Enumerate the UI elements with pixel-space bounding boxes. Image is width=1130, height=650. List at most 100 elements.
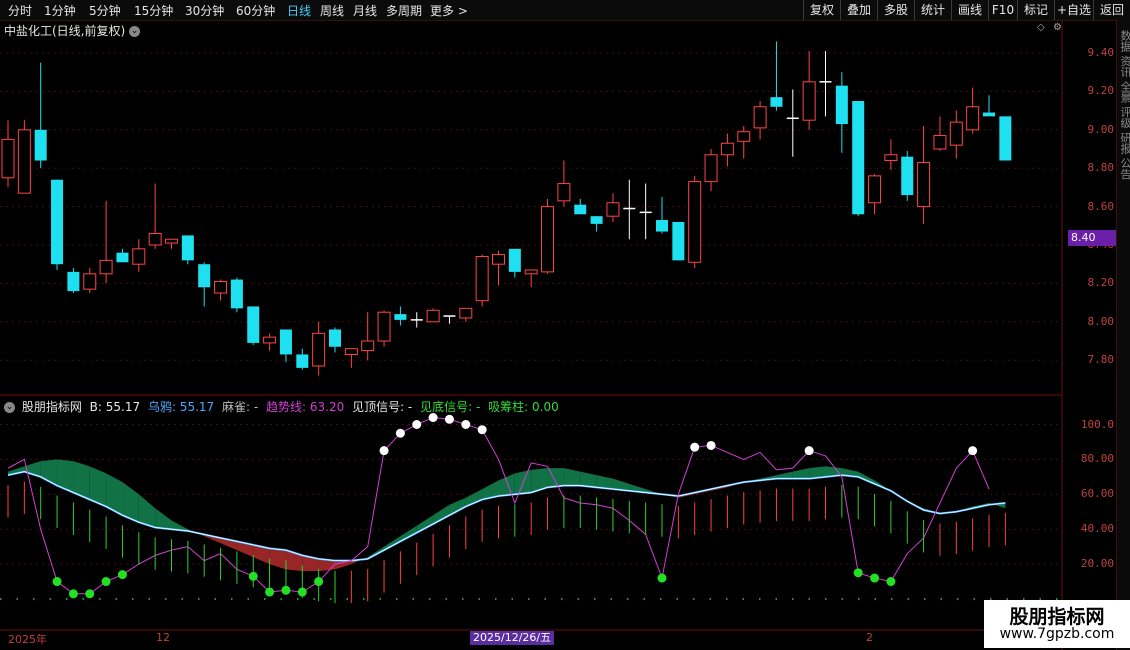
indicator-toggle-icon[interactable]: ⌄	[4, 402, 15, 413]
candle-body	[524, 269, 538, 275]
candle-body	[263, 336, 277, 344]
candle-body	[426, 309, 440, 323]
candle-body	[51, 179, 64, 265]
period-monthly[interactable]: 月线	[353, 2, 377, 19]
indicator-legend: ⌄ 股朋指标网 B: 55.17 乌鸦: 55.17 麻雀: - 趋势线: 63…	[4, 398, 563, 415]
top-signal-dot	[412, 420, 422, 429]
period-1min[interactable]: 1分钟	[44, 2, 76, 19]
candle-body	[99, 259, 113, 275]
band-fill	[776, 471, 793, 479]
bottom-signal-dot	[281, 585, 291, 595]
band-fill	[416, 515, 434, 533]
top-signal-dot	[477, 425, 487, 435]
band-fill	[449, 497, 466, 516]
band-fill	[498, 473, 515, 497]
date-label-dec: 12	[156, 631, 170, 644]
top-signal-dot	[395, 428, 405, 438]
band-fill	[433, 504, 450, 524]
candle-body	[344, 348, 358, 355]
candle-body	[541, 206, 555, 273]
candle-body	[181, 235, 194, 261]
overlay-button[interactable]: 叠加	[840, 0, 877, 20]
candle-body	[132, 248, 146, 265]
bottom-signal-dot	[117, 570, 127, 580]
candle-body	[1, 138, 15, 179]
period-intraday[interactable]: 分时	[8, 2, 32, 19]
candle-body	[852, 101, 865, 215]
bottom-signal-dot	[85, 589, 95, 599]
multi-stock-button[interactable]: 多股	[877, 0, 914, 20]
candle-body	[475, 256, 489, 302]
watermark: 股朋指标网 www.7gpzb.com	[984, 600, 1130, 648]
candle-body	[361, 340, 375, 352]
candle-body	[394, 314, 407, 320]
candle-body	[247, 306, 260, 343]
back-button[interactable]: 返回	[1093, 0, 1130, 20]
bottom-signal-dot	[870, 573, 880, 583]
band-fill	[269, 548, 286, 570]
band-fill	[155, 508, 172, 530]
legend-trend: 趋势线: 63.20	[266, 400, 345, 414]
candle-body	[329, 329, 341, 347]
candle-body	[508, 248, 521, 272]
candle-body	[279, 329, 292, 355]
indicator-name[interactable]: 股朋指标网	[22, 400, 82, 414]
indicator-tick-label: 100.0	[1080, 417, 1114, 431]
candle-body	[574, 204, 587, 215]
bottom-signal-dot	[886, 577, 896, 587]
add-watchlist-button[interactable]: +自选	[1054, 0, 1093, 20]
mark-button[interactable]: 标记	[1017, 0, 1054, 20]
top-signal-dot	[690, 442, 700, 452]
period-30min[interactable]: 30分钟	[185, 2, 224, 19]
bottom-signal-dot	[314, 577, 324, 587]
bottom-signal-dot	[52, 577, 62, 587]
top-signal-dot	[379, 446, 389, 456]
candle-body	[17, 129, 31, 194]
top-signal-dot	[804, 446, 814, 456]
period-weekly[interactable]: 周线	[320, 2, 344, 19]
chart-canvas[interactable]	[0, 20, 1116, 650]
candle-body	[296, 354, 309, 368]
top-signal-dot	[968, 446, 978, 456]
band-fill	[792, 468, 810, 479]
bottom-signal-dot	[68, 589, 78, 599]
price-tick-label: 8.60	[1087, 199, 1115, 213]
period-60min[interactable]: 60分钟	[236, 2, 275, 19]
indicator-tick-label: 80.00	[1080, 452, 1114, 466]
period-15min[interactable]: 15分钟	[134, 2, 173, 19]
stats-button[interactable]: 统计	[914, 0, 951, 20]
candle-body	[917, 161, 931, 208]
candle-body	[198, 264, 211, 288]
candle-body	[688, 181, 702, 263]
sidebar-tabs[interactable]: 数据 资讯 全景 评级 研报 公告	[1117, 20, 1130, 179]
f10-button[interactable]: F10	[988, 0, 1017, 20]
candle-body	[737, 131, 751, 142]
legend-maque: 麻雀: -	[222, 400, 259, 414]
candle-body	[230, 279, 243, 309]
period-more[interactable]: 更多 >	[430, 2, 468, 19]
period-multi[interactable]: 多周期	[386, 2, 422, 19]
candle-body	[377, 311, 391, 342]
candle-body	[868, 175, 882, 204]
band-fill	[106, 473, 123, 516]
price-tick-label: 8.00	[1087, 314, 1115, 328]
candle-body	[34, 129, 47, 161]
period-daily[interactable]: 日线	[287, 2, 311, 19]
indicator-tick-label: 40.00	[1080, 522, 1114, 536]
candle-body	[802, 81, 816, 121]
period-5min[interactable]: 5分钟	[89, 2, 121, 19]
draw-line-button[interactable]: 画线	[951, 0, 988, 20]
candle-body	[459, 307, 473, 319]
candle-body	[720, 142, 734, 156]
bottom-signal-dot	[265, 587, 275, 597]
candle-body	[983, 112, 995, 117]
candle-body	[116, 252, 129, 263]
adjust-button[interactable]: 复权	[803, 0, 840, 20]
top-toolbar: 分时 1分钟 5分钟 15分钟 30分钟 60分钟 日线 周线 月线 多周期 更…	[0, 0, 1130, 21]
candle-body	[656, 220, 668, 232]
right-sidebar[interactable]: 数据 资讯 全景 评级 研报 公告	[1116, 20, 1130, 650]
legend-wuya: 乌鸦: 55.17	[147, 400, 215, 414]
selected-date: 2025/12/26/五	[470, 631, 555, 645]
indicator-tick-label: 60.00	[1080, 487, 1114, 501]
candle-body	[67, 271, 80, 292]
